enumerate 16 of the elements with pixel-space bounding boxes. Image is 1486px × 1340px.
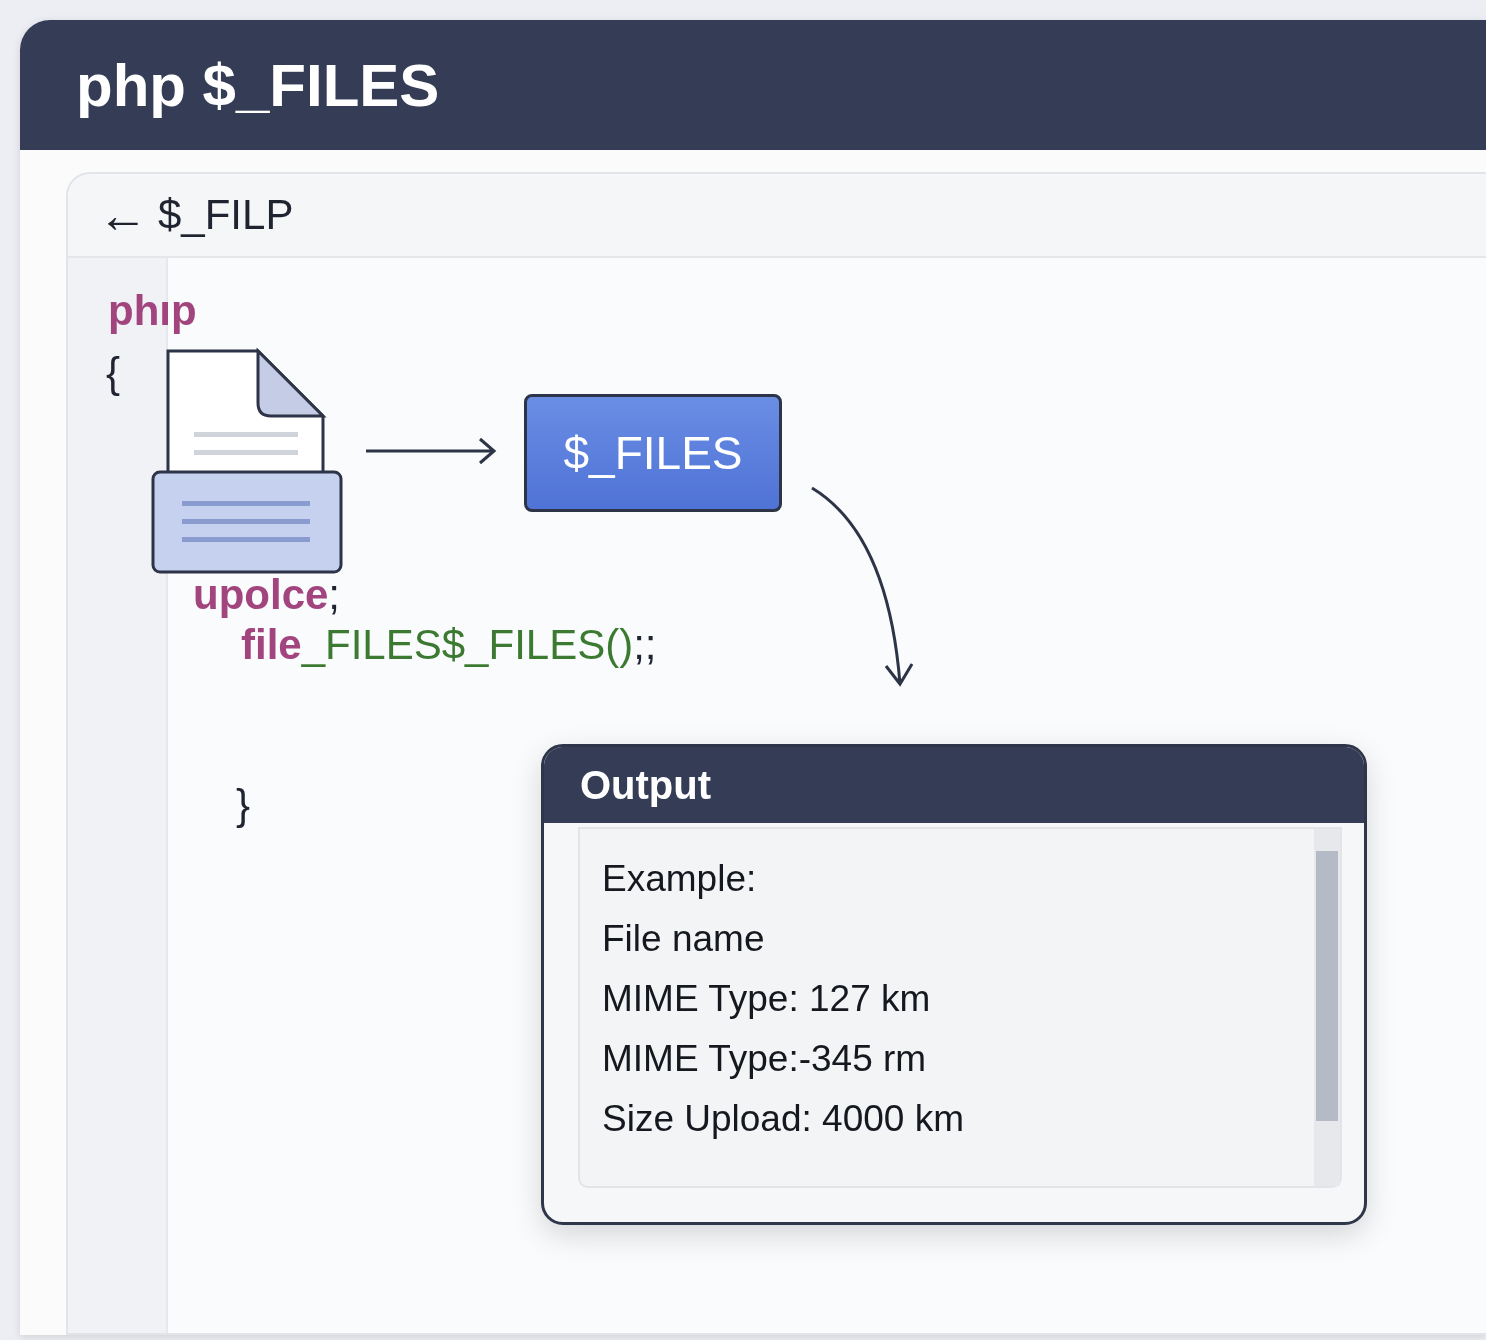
output-line: MIME Type:-345 rm <box>602 1037 928 1081</box>
output-line: MIME Type: 127 km <box>602 977 932 1021</box>
code-line: upolce; <box>192 570 342 620</box>
scrollbar-thumb[interactable] <box>1316 851 1338 1121</box>
code-line: file_FILES$_FILES();; <box>240 620 657 670</box>
files-node: $_FILES <box>524 394 782 512</box>
output-title: Output <box>580 762 712 808</box>
window-title: php $_FILES <box>76 50 440 120</box>
scrollbar[interactable] <box>1314 829 1340 1186</box>
output-line: Example: <box>602 857 758 901</box>
toolbar-label: $_FILP <box>158 191 294 239</box>
output-line: Size Upload: 4000 km <box>602 1097 965 1141</box>
code-line: phıp <box>107 286 198 336</box>
code-line: { <box>105 348 122 398</box>
output-line: File name <box>602 917 766 961</box>
back-button[interactable]: ← <box>98 190 148 240</box>
